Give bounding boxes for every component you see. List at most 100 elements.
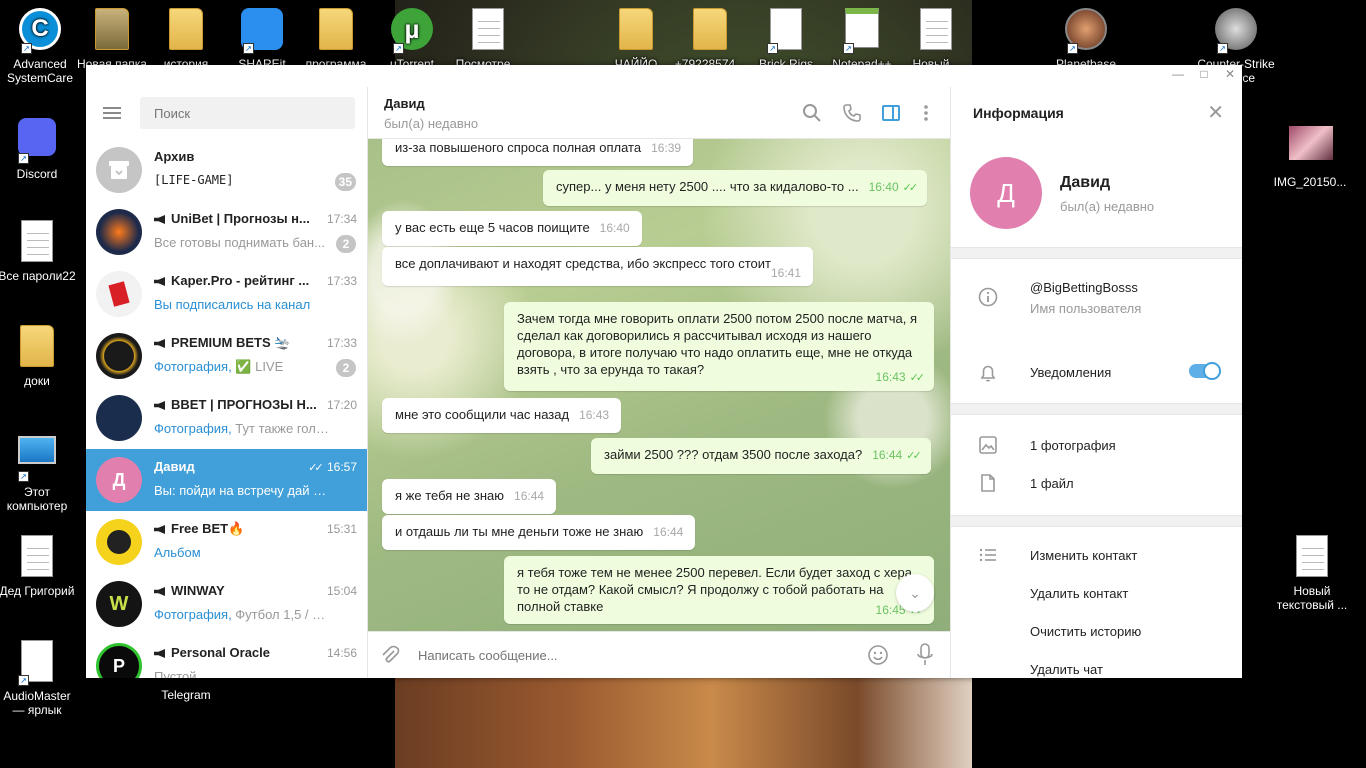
folder-icon xyxy=(693,8,727,50)
message-incoming[interactable]: из-за повышеного спроса полная оплата 16:… xyxy=(382,139,694,166)
file-icon xyxy=(981,474,995,492)
desktop-icon-label: IMG_20150... xyxy=(1273,175,1347,189)
desktop-icon-passwords[interactable]: Все пароли22 xyxy=(0,220,77,283)
close-button[interactable]: ✕ xyxy=(1224,67,1236,81)
desktop-icon-utorrent[interactable]: µ ↗ uTorrent xyxy=(372,8,452,71)
desktop-icon-history[interactable]: история xyxy=(146,8,226,71)
scroll-down-button[interactable]: ⌄ xyxy=(896,574,934,612)
message-incoming[interactable]: все доплачивают и находят средства, ибо … xyxy=(382,247,813,286)
bell-icon xyxy=(980,365,996,382)
clear-history-button[interactable]: Очистить историю xyxy=(1030,624,1141,639)
channel-icon xyxy=(154,401,165,410)
chat-item-personal-oracle[interactable]: P Personal Oracle 14:56 Пустой ... xyxy=(86,635,367,678)
desktop-icon-ded-grigoriy[interactable]: Дед Григорий xyxy=(0,535,77,598)
avatar xyxy=(96,209,142,255)
desktop-icon-new-text[interactable]: Новый текстовый ... xyxy=(1272,535,1352,612)
delete-chat-button[interactable]: Удалить чат xyxy=(1030,662,1103,677)
chat-item-bbet[interactable]: BBET | ПРОГНОЗЫ Н... 17:20 Фотография, Т… xyxy=(86,387,367,449)
more-vertical-icon[interactable] xyxy=(916,103,936,123)
chat-time: 14:56 xyxy=(326,646,357,660)
message-history[interactable]: из-за повышеного спроса полная оплата 16:… xyxy=(368,139,950,631)
menu-icon[interactable] xyxy=(103,107,121,119)
chat-time: 15:31 xyxy=(326,522,357,536)
desktop-icon-label: AudioMaster — ярлык xyxy=(3,689,71,717)
chat-name: Free BET🔥 xyxy=(154,521,324,537)
contact-name: Давид xyxy=(1060,174,1111,191)
chat-name: Kaper.Pro - рейтинг ... xyxy=(154,273,324,288)
desktop-icon-advanced-systemcare[interactable]: C ↗ Advanced SystemCare xyxy=(0,8,80,85)
desktop-icon-label: Этот компьютер xyxy=(6,485,68,513)
channel-icon xyxy=(154,649,165,658)
folder-icon xyxy=(95,8,129,50)
chevron-down-icon: ⌄ xyxy=(909,584,921,601)
emoji-icon[interactable] xyxy=(867,644,889,666)
desktop-icon-chayo[interactable]: ЧАЙЙО xyxy=(596,8,676,71)
chat-time: ✓✓ 16:57 xyxy=(308,460,357,474)
chat-item-unibet[interactable]: UniBet | Прогнозы н... 17:34 Все готовы … xyxy=(86,201,367,263)
avatar xyxy=(96,519,142,565)
shared-files-link[interactable]: 1 файл xyxy=(1030,476,1074,491)
contact-avatar[interactable]: Д xyxy=(970,157,1042,229)
desktop-icon-this-pc[interactable]: ↗ Этот компьютер xyxy=(0,430,77,513)
message-outgoing[interactable]: Зачем тогда мне говорить оплати 2500 пот… xyxy=(504,302,934,391)
sidebar-toggle-icon[interactable] xyxy=(881,103,901,123)
message-incoming[interactable]: мне это сообщили час назад 16:43 xyxy=(382,398,622,433)
message-outgoing[interactable]: займи 2500 ??? отдам 3500 после захода? 1… xyxy=(591,438,931,474)
chat-time: 15:04 xyxy=(326,584,357,598)
avatar xyxy=(96,395,142,441)
peer-name[interactable]: Давид xyxy=(384,96,425,111)
phone-icon[interactable] xyxy=(842,103,862,123)
chat-item-archive[interactable]: Архив [LIFE-GAME] 35 xyxy=(86,139,367,201)
desktop-icon-planetbase[interactable]: ↗ Planetbase xyxy=(1046,8,1126,71)
chat-item-david[interactable]: Д Давид ✓✓ 16:57 Вы: пойди на встречу да… xyxy=(86,449,367,511)
desktop-icon-phone-folder[interactable]: +79228574... xyxy=(670,8,750,71)
minimize-button[interactable]: — xyxy=(1172,67,1184,81)
desktop-icon-telegram-label[interactable]: Telegram xyxy=(146,688,226,702)
microphone-icon[interactable] xyxy=(916,643,934,667)
chat-preview: Альбом xyxy=(154,545,201,560)
message-outgoing[interactable]: я тебя тоже тем не менее 2500 перевел. Е… xyxy=(504,556,934,624)
edit-contact-button[interactable]: Изменить контакт xyxy=(1030,548,1137,563)
desktop-icon-brick-rigs[interactable]: ↗ Brick Rigs xyxy=(746,8,826,71)
message-outgoing[interactable]: супер... у меня нету 2500 .... что за ки… xyxy=(543,170,928,206)
chat-time: 17:33 xyxy=(326,336,357,350)
delete-contact-button[interactable]: Удалить контакт xyxy=(1030,586,1128,601)
attach-icon[interactable] xyxy=(380,645,400,665)
close-info-icon[interactable]: ✕ xyxy=(1207,103,1224,123)
shared-photos-link[interactable]: 1 фотография xyxy=(1030,438,1116,453)
search-icon[interactable] xyxy=(802,103,822,123)
message-composer xyxy=(368,631,950,678)
shortcut-arrow-icon: ↗ xyxy=(18,471,29,482)
chat-time: 17:20 xyxy=(326,398,357,412)
message-incoming[interactable]: и отдашь ли ты мне деньги тоже не знаю 16… xyxy=(382,515,696,550)
channel-icon xyxy=(154,215,165,224)
message-input[interactable] xyxy=(418,644,838,666)
maximize-button[interactable]: □ xyxy=(1198,67,1210,81)
chat-time: 17:33 xyxy=(326,274,357,288)
desktop-icon-new-folder[interactable]: Новая папка xyxy=(72,8,152,71)
desktop-icon-program[interactable]: программа xyxy=(296,8,376,71)
chat-item-free-bet[interactable]: Free BET🔥 15:31 Альбом xyxy=(86,511,367,573)
channel-icon xyxy=(154,587,165,596)
search-input[interactable] xyxy=(140,97,355,129)
notifications-toggle[interactable] xyxy=(1189,362,1221,380)
chat-preview: Фотография, Футбол 1,5 / 2 Тр... xyxy=(154,607,332,622)
chat-item-winway[interactable]: W WINWAY 15:04 Фотография, Футбол 1,5 / … xyxy=(86,573,367,635)
text-file-icon xyxy=(472,8,504,50)
info-panel-title: Информация xyxy=(973,105,1064,121)
desktop-icon-notepadpp[interactable]: ↗ Notepad++ xyxy=(822,8,902,71)
chat-item-kaper-pro[interactable]: Kaper.Pro - рейтинг ... 17:33 Вы подписа… xyxy=(86,263,367,325)
message-incoming[interactable]: я же тебя не знаю 16:44 xyxy=(382,479,557,514)
desktop-icon-new-file[interactable]: Новый... xyxy=(896,8,976,71)
desktop-icon-label: Дед Григорий xyxy=(0,584,75,598)
desktop-icon-shareit[interactable]: ↗ SHAREit xyxy=(222,8,302,71)
desktop-icon-discord[interactable]: ↗ Discord xyxy=(0,118,77,181)
shortcut-arrow-icon: ↗ xyxy=(18,153,29,164)
message-incoming[interactable]: у вас есть еще 5 часов поищите 16:40 xyxy=(382,211,642,246)
desktop-icon-img[interactable]: IMG_20150... xyxy=(1270,122,1350,189)
desktop-icon-posmotret[interactable]: Посмотре... xyxy=(448,8,528,71)
desktop-icon-docs[interactable]: доки xyxy=(0,325,77,388)
desktop-icon-audiomaster[interactable]: ↗ AudioMaster — ярлык xyxy=(0,640,77,717)
chat-item-premium-bets[interactable]: PREMIUM BETS 🛬 17:33 Фотография, ✅ LIVE … xyxy=(86,325,367,387)
contact-username[interactable]: @BigBettingBosss xyxy=(1030,280,1138,295)
